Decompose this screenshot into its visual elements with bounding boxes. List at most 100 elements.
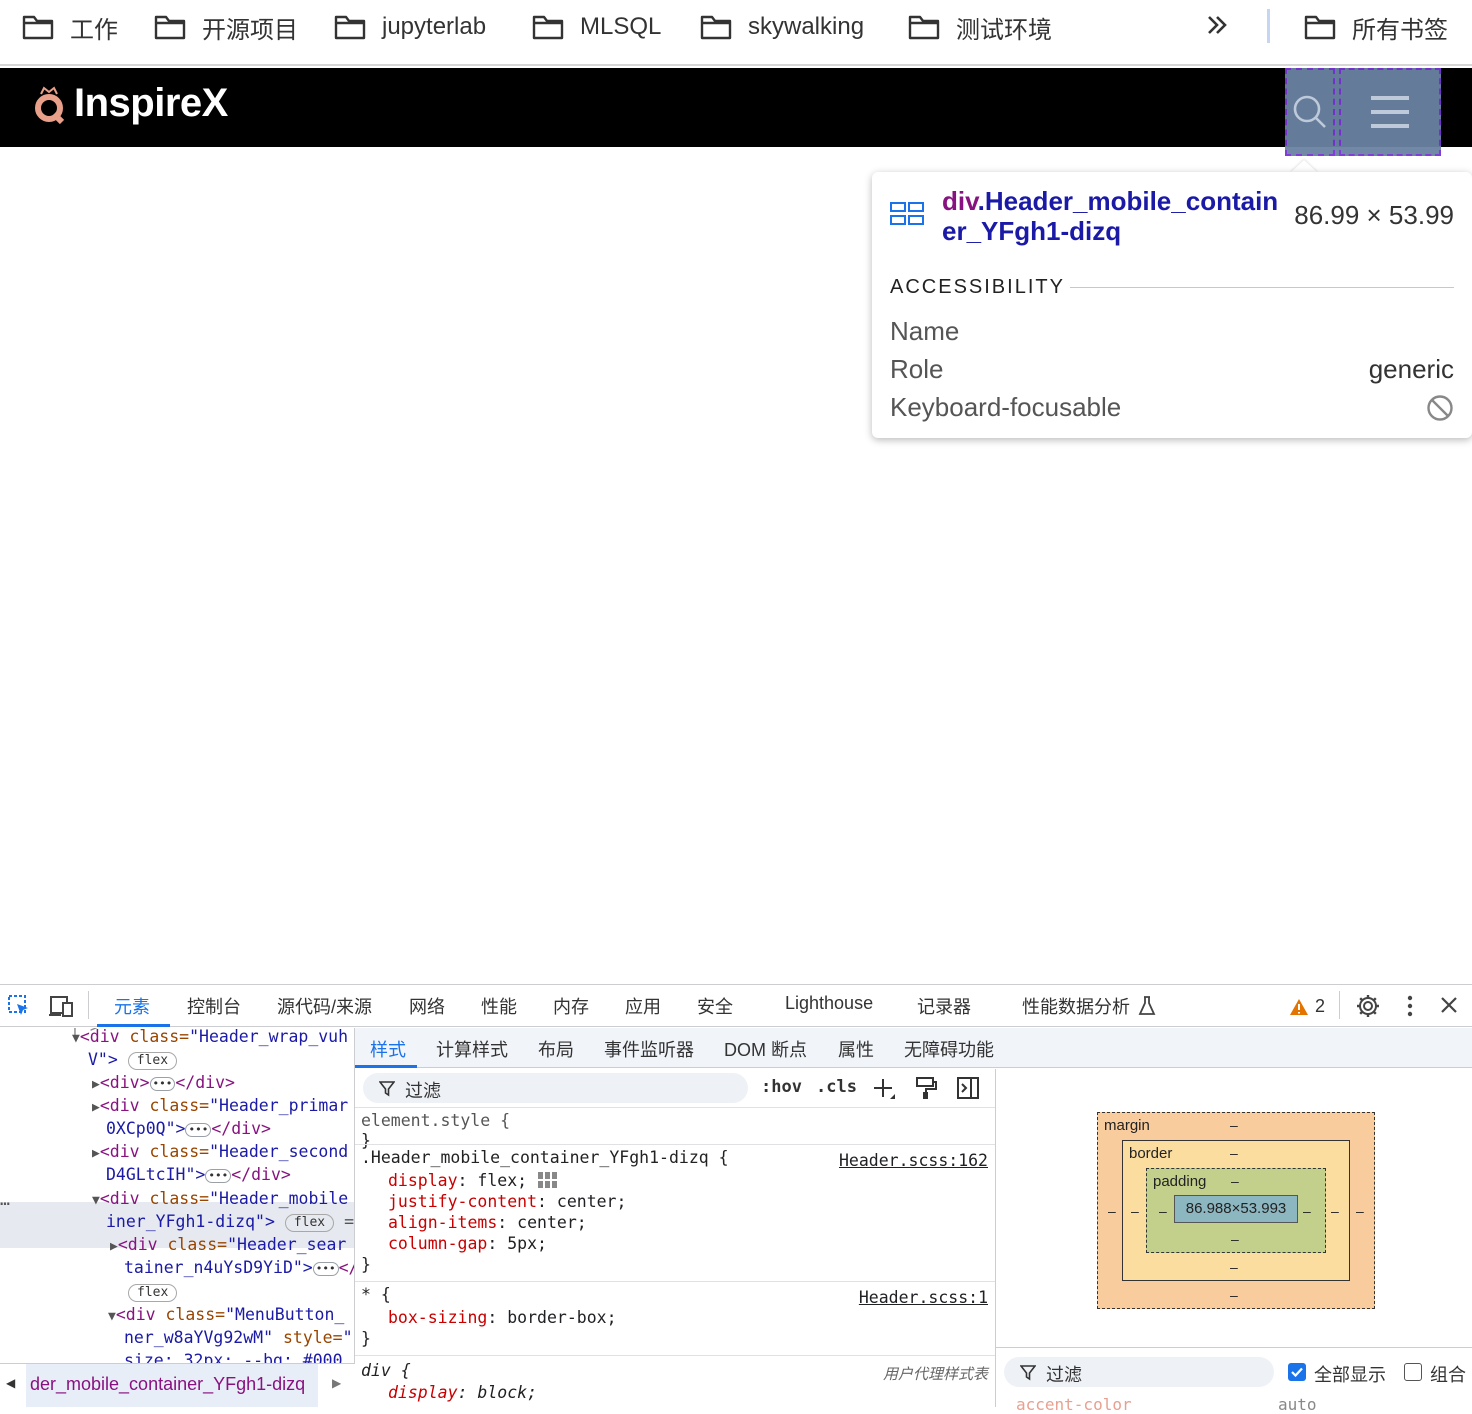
show-all-checkbox[interactable] <box>1288 1363 1306 1381</box>
user-agent-stylesheet-label: 用户代理样式表 <box>882 1366 988 1383</box>
close-devtools-icon[interactable] <box>1440 996 1458 1019</box>
bookmark-label: skywalking <box>748 13 865 40</box>
tab-sources[interactable]: 源代码/来源 <box>277 993 372 1019</box>
device-toolbar-icon[interactable] <box>48 995 74 1022</box>
bookmark-label: 开源项目 <box>202 16 298 44</box>
expand-triangle-icon[interactable]: ▼ <box>108 1309 116 1324</box>
bookmark-label: jupyterlab <box>382 13 487 40</box>
tab-console[interactable]: 控制台 <box>187 993 241 1019</box>
tab-performance[interactable]: 性能 <box>481 993 517 1019</box>
tab-lighthouse[interactable]: Lighthouse <box>785 993 873 1014</box>
ellipsis-badge[interactable]: ••• <box>185 1122 212 1137</box>
settings-gear-icon[interactable] <box>1356 994 1380 1023</box>
hov-toggle[interactable]: :hov <box>761 1077 802 1097</box>
tree-node[interactable]: ▶<div class="Header_primar <box>92 1094 348 1119</box>
declaration[interactable]: column-gap: 5px; <box>388 1233 547 1254</box>
selected-node-menu-icon[interactable]: … <box>0 1188 10 1211</box>
subtab-accessibility[interactable]: 无障碍功能 <box>904 1036 994 1062</box>
ellipsis-badge[interactable]: ••• <box>149 1076 176 1091</box>
subtab-dom-breakpoints[interactable]: DOM 断点 <box>724 1036 807 1062</box>
expand-triangle-icon[interactable]: ▶ <box>92 1146 100 1161</box>
show-all-label: 全部显示 <box>1314 1365 1386 1385</box>
tab-application[interactable]: 应用 <box>625 993 661 1019</box>
bookmark-folder[interactable]: 开源项目 <box>154 0 298 54</box>
subtab-event-listeners[interactable]: 事件监听器 <box>604 1036 694 1062</box>
computed-filter-input[interactable]: 过滤 <box>1004 1357 1274 1387</box>
devtools-tabbar: 元素 控制台 源代码/来源 网络 性能 内存 应用 安全 Lighthouse … <box>0 985 1472 1027</box>
all-bookmarks-folder[interactable]: 所有书签 <box>1304 0 1448 54</box>
bookmarks-overflow-button[interactable] <box>1206 12 1228 43</box>
bookmark-folder[interactable]: MLSQL <box>532 0 661 54</box>
expand-triangle-icon[interactable]: ▼ <box>92 1193 100 1208</box>
tree-node-continuation: ner_w8aYVg92wM" style="- <box>124 1328 355 1347</box>
group-checkbox[interactable] <box>1404 1363 1422 1381</box>
tree-node[interactable]: ▶<div class="Header_sear <box>110 1233 346 1258</box>
ellipsis-badge[interactable]: ••• <box>205 1168 232 1183</box>
logo-text: InspireX <box>74 81 228 125</box>
source-link[interactable]: Header.scss:1 <box>859 1287 988 1308</box>
tooltip-tag: div <box>942 186 978 216</box>
box-content-size[interactable]: 86.988×53.993 <box>1174 1195 1298 1223</box>
active-subtab-indicator <box>355 1065 417 1068</box>
tree-node-selected[interactable]: ▼<div class="Header_mobile <box>92 1187 348 1212</box>
subtab-layout[interactable]: 布局 <box>538 1036 574 1062</box>
tab-network[interactable]: 网络 <box>409 993 445 1019</box>
inspect-element-icon[interactable] <box>8 995 30 1022</box>
flex-badge[interactable]: flex <box>127 1051 178 1070</box>
new-style-rule-icon[interactable] <box>873 1077 897 1106</box>
header-mobile-container-highlight[interactable] <box>1285 68 1441 156</box>
ellipsis-badge[interactable]: ••• <box>312 1261 339 1276</box>
bookmark-label: MLSQL <box>580 13 662 40</box>
flex-badge[interactable]: flex <box>284 1213 335 1232</box>
tree-node[interactable]: ▼<div class="Header_wrap_vuh <box>72 1028 348 1050</box>
declaration[interactable]: align-items: center; <box>388 1212 587 1233</box>
paint-format-icon[interactable] <box>915 1077 937 1104</box>
toggle-sidebar-icon[interactable] <box>957 1077 979 1104</box>
styles-filter-input[interactable]: 过滤 <box>363 1073 748 1103</box>
bookmark-folder[interactable]: skywalking <box>700 0 864 54</box>
declaration[interactable]: display: flex; <box>388 1170 559 1191</box>
tab-divider <box>1339 991 1340 1019</box>
search-icon <box>1293 95 1326 128</box>
breadcrumb-item-active[interactable]: der_mobile_container_YFgh1-dizq <box>26 1364 318 1407</box>
styles-pane: 过滤 :hov .cls element.style { } .Header_m… <box>355 1069 996 1407</box>
flexbox-editor-icon[interactable] <box>537 1171 559 1189</box>
tab-performance-insights[interactable]: 性能数据分析 <box>1022 993 1130 1019</box>
subtab-computed[interactable]: 计算样式 <box>436 1036 508 1062</box>
expand-triangle-icon[interactable]: ▶ <box>92 1077 100 1092</box>
tab-elements[interactable]: 元素 <box>114 993 150 1019</box>
tab-recorder[interactable]: 记录器 <box>917 993 971 1019</box>
site-logo[interactable]: InspireX <box>32 81 228 126</box>
tab-security[interactable]: 安全 <box>697 993 733 1019</box>
breadcrumb-scroll-right-icon[interactable]: ▶ <box>332 1376 341 1390</box>
cls-toggle[interactable]: .cls <box>816 1077 857 1097</box>
declaration[interactable]: justify-content: center; <box>388 1191 626 1212</box>
expand-triangle-icon[interactable]: ▼ <box>72 1031 80 1046</box>
filter-placeholder: 过滤 <box>1046 1365 1082 1385</box>
subtab-properties[interactable]: 属性 <box>838 1036 874 1062</box>
folder-icon <box>22 15 54 40</box>
subtab-styles[interactable]: 样式 <box>370 1036 406 1062</box>
tab-memory[interactable]: 内存 <box>553 993 589 1019</box>
search-button[interactable] <box>1285 68 1335 156</box>
tree-node[interactable]: ▶<div class="Header_second <box>92 1140 348 1165</box>
flex-container-icon <box>890 202 924 231</box>
menu-button[interactable] <box>1339 68 1441 156</box>
more-options-icon[interactable] <box>1406 994 1414 1023</box>
expand-triangle-icon[interactable]: ▶ <box>92 1100 100 1115</box>
declaration[interactable]: box-sizing: border-box; <box>388 1307 617 1328</box>
tree-node[interactable]: ▶<div> ••• </div> <box>92 1071 235 1096</box>
bookmark-folder[interactable]: jupyterlab <box>334 0 486 54</box>
folder-icon <box>700 15 732 40</box>
bookmarks-separator <box>1267 9 1270 43</box>
breadcrumb-scroll-left-icon[interactable]: ◀ <box>6 1376 15 1390</box>
tooltip-row-role: Role generic <box>890 354 1454 390</box>
tree-node[interactable]: ▼<div class="MenuButton_ <box>108 1303 344 1328</box>
bookmark-folder[interactable]: 工作 <box>22 0 118 54</box>
row-label: Role <box>890 354 944 384</box>
bookmark-folder[interactable]: 测试环境 <box>908 0 1052 54</box>
expand-triangle-icon[interactable]: ▶ <box>110 1239 118 1254</box>
flex-badge[interactable]: flex <box>128 1283 178 1302</box>
source-link[interactable]: Header.scss:162 <box>839 1150 988 1171</box>
warnings-counter[interactable]: 2 <box>1289 996 1325 1017</box>
